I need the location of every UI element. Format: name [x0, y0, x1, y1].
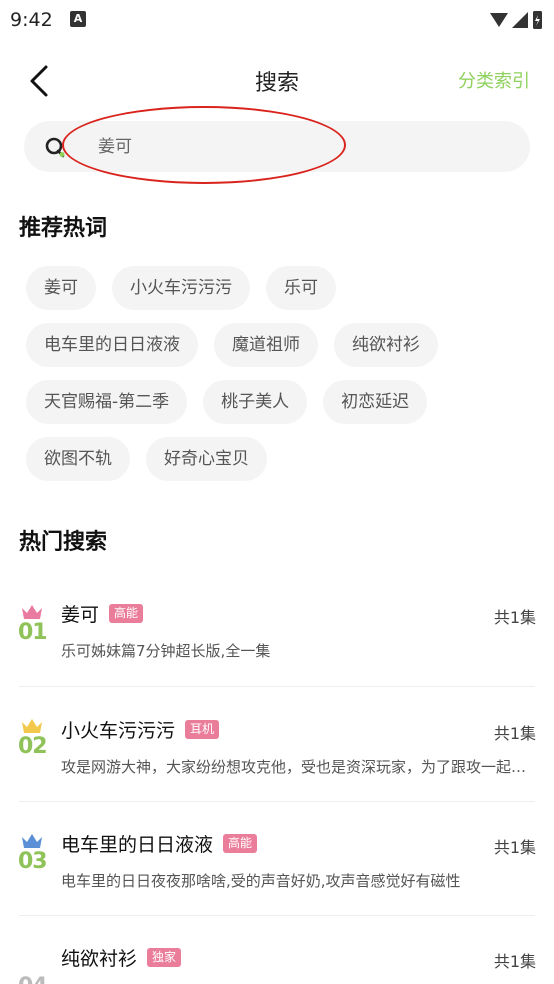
crown-icon [22, 834, 42, 848]
item-title: 电车里的日日液液 [61, 834, 214, 856]
item-title: 纯欲衬衫 [61, 948, 138, 970]
tag-row: 姜可 小火车污污污 乐可 [26, 266, 536, 310]
item-description: 攻是网游大神，大家纷纷想攻克他，受也是资深玩家，为了跟攻一起参加比赛 [61, 758, 539, 776]
item-description: 乐可姊妹篇7分钟超长版,全一集 [61, 642, 271, 660]
status-bar: 9:42 A [0, 0, 554, 40]
item-badge: 耳机 [185, 720, 220, 739]
status-time: 9:42 [10, 9, 53, 31]
tag-chip[interactable]: 小火车污污污 [112, 266, 250, 310]
divider [19, 801, 535, 802]
episode-count: 共1集 [493, 838, 536, 857]
rank-number: 03 [18, 849, 48, 874]
system-icons [490, 11, 542, 29]
nav-bar: 搜索 分类索引 [0, 55, 554, 105]
tag-chip[interactable]: 好奇心宝贝 [146, 437, 267, 481]
divider [19, 915, 535, 916]
signal-icon [512, 12, 528, 28]
rank-number: 02 [18, 734, 48, 759]
tag-chip[interactable]: 纯欲衬衫 [334, 323, 438, 367]
episode-count: 共1集 [493, 724, 536, 743]
rank-number: 04 [18, 974, 48, 984]
hot-search-item[interactable]: 04 纯欲衬衫 独家 共1集 [0, 936, 554, 984]
crown-icon [22, 605, 42, 619]
search-input[interactable] [98, 121, 498, 172]
hot-search-item[interactable]: 01 姜可 高能 共1集 乐可姊妹篇7分钟超长版,全一集 [0, 592, 554, 706]
item-header: 小火车污污污 耳机 [61, 716, 220, 743]
item-title: 小火车污污污 [61, 720, 176, 742]
tag-cloud: 姜可 小火车污污污 乐可 电车里的日日液液 魔道祖师 纯欲衬衫 天官赐福-第二季… [26, 266, 536, 494]
tag-chip[interactable]: 初恋延迟 [323, 380, 428, 424]
tag-chip[interactable]: 欲图不轨 [26, 437, 130, 481]
hot-search-item[interactable]: 03 电车里的日日液液 高能 共1集 电车里的日日夜夜那啥啥,受的声音好奶,攻声… [0, 822, 554, 936]
item-title: 姜可 [61, 604, 100, 626]
hot-search-item[interactable]: 02 小火车污污污 耳机 共1集 攻是网游大神，大家纷纷想攻克他，受也是资深玩家… [0, 706, 554, 820]
tag-chip[interactable]: 魔道祖师 [214, 323, 318, 367]
tag-chip[interactable]: 姜可 [26, 266, 96, 310]
wifi-icon [490, 13, 508, 27]
tag-chip[interactable]: 桃子美人 [203, 380, 308, 424]
search-icon [45, 137, 65, 158]
rank-number: 01 [18, 620, 48, 645]
item-description: 电车里的日日夜夜那啥啥,受的声音好奶,攻声音感觉好有磁性 [61, 872, 461, 890]
item-header: 电车里的日日液液 高能 [61, 830, 258, 857]
item-header: 姜可 高能 [61, 600, 144, 627]
tag-row: 欲图不轨 好奇心宝贝 [26, 437, 536, 481]
episode-count: 共1集 [493, 952, 536, 971]
tag-chip[interactable]: 乐可 [266, 266, 336, 310]
tag-chip[interactable]: 电车里的日日液液 [26, 323, 198, 367]
tag-row: 天官赐福-第二季 桃子美人 初恋延迟 [26, 380, 536, 424]
tag-row: 电车里的日日液液 魔道祖师 纯欲衬衫 [26, 323, 536, 367]
item-badge: 高能 [109, 604, 144, 623]
notification-icon: A [70, 11, 86, 27]
crown-icon [22, 719, 42, 733]
tag-chip[interactable]: 天官赐福-第二季 [26, 380, 188, 424]
item-badge: 独家 [147, 948, 182, 967]
category-index-link[interactable]: 分类索引 [458, 67, 530, 93]
divider [19, 686, 535, 687]
recommended-heading: 推荐热词 [19, 216, 108, 241]
item-header: 纯欲衬衫 独家 [61, 944, 182, 971]
item-badge: 高能 [223, 834, 258, 853]
search-bar[interactable] [24, 121, 530, 172]
episode-count: 共1集 [493, 608, 536, 627]
hot-search-heading: 热门搜索 [19, 530, 108, 555]
